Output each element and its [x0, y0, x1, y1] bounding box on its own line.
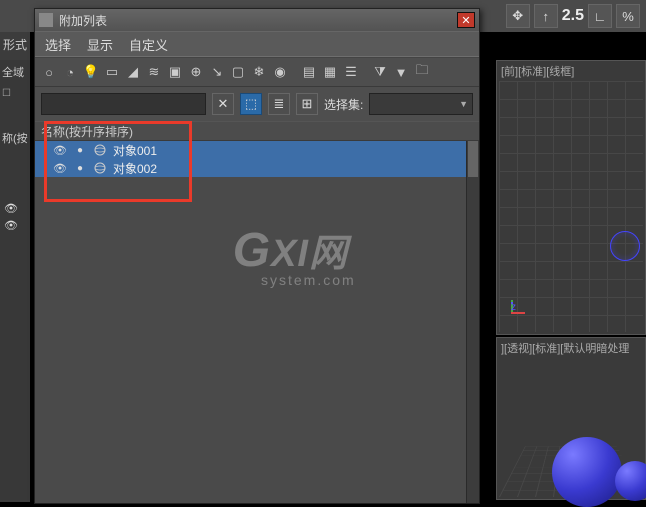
list-item[interactable]: 👁 ● 对象001 — [35, 141, 479, 159]
sphere-object-icon — [93, 161, 107, 175]
list-header-name[interactable]: 名称(按升序排序) — [35, 121, 479, 141]
filter-frozen-icon[interactable]: ❄ — [249, 62, 269, 82]
viewport-perspective[interactable]: ][透视][标准][默认明暗处理 — [496, 337, 646, 500]
left-tab-style[interactable]: 形式 — [0, 32, 30, 57]
list-item[interactable]: 👁 ● 对象002 — [35, 159, 479, 177]
filter-spacewarps-icon[interactable]: ≋ — [144, 62, 164, 82]
selection-set-label: 选择集: — [324, 96, 363, 113]
scrollbar-vertical[interactable] — [466, 141, 479, 503]
filter-cameras-icon[interactable]: ▭ — [102, 62, 122, 82]
scroll-thumb[interactable] — [468, 141, 478, 177]
filter-hidden-icon[interactable]: ◉ — [270, 62, 290, 82]
filter-containers-icon[interactable]: ▢ — [228, 62, 248, 82]
display-tree-icon[interactable]: ▦ — [320, 62, 340, 82]
window-icon — [39, 13, 53, 27]
sphere-object-icon — [93, 143, 107, 157]
filter-lights-icon[interactable]: 💡 — [81, 62, 101, 82]
menu-select[interactable]: 选择 — [45, 35, 71, 54]
freeze-icon[interactable]: ● — [73, 145, 87, 156]
menubar: 选择 显示 自定义 — [35, 31, 479, 57]
viewport-persp-label: ][透视][标准][默认明暗处理 — [497, 338, 645, 358]
folder-icon[interactable]: 🗀 — [412, 62, 432, 82]
chevron-down-icon: ▼ — [459, 99, 468, 109]
display-detail-icon[interactable]: ☰ — [341, 62, 361, 82]
filter-helpers-icon[interactable]: ◢ — [123, 62, 143, 82]
window-title: 附加列表 — [59, 12, 107, 29]
layers-button[interactable]: ≣ — [268, 93, 290, 115]
attach-list-dialog: 附加列表 ✕ 选择 显示 自定义 ○ ◔ 💡 ▭ ◢ ≋ ▣ ⊕ ↘ ▢ ❄ ◉… — [34, 8, 480, 504]
axis-gizmo-icon: z — [502, 290, 526, 314]
angle-tool-icon[interactable]: ∟ — [588, 4, 612, 28]
wireframe-sphere-icon — [610, 231, 640, 261]
object-name: 对象002 — [113, 160, 157, 177]
filter-toolbar: ○ ◔ 💡 ▭ ◢ ≋ ▣ ⊕ ↘ ▢ ❄ ◉ ▤ ▦ ☰ ⧩ ▼ 🗀 — [35, 57, 479, 87]
up-arrow-icon[interactable]: ↑ — [534, 4, 558, 28]
selection-set-dropdown[interactable]: ▼ — [369, 93, 473, 115]
eye-icon: 👁 — [4, 202, 18, 215]
clear-search-button[interactable]: ✕ — [212, 93, 234, 115]
filter-groups-icon[interactable]: ▣ — [165, 62, 185, 82]
filter-geometry-icon[interactable]: ○ — [39, 62, 59, 82]
menu-custom[interactable]: 自定义 — [129, 35, 168, 54]
search-input[interactable] — [41, 93, 206, 115]
filter-xrefs-icon[interactable]: ⊕ — [186, 62, 206, 82]
viewport-select-button[interactable]: ⬚ — [240, 93, 262, 115]
object-name: 对象001 — [113, 142, 157, 159]
zoom-value: 2.5 — [562, 7, 584, 25]
titlebar[interactable]: 附加列表 ✕ — [35, 9, 479, 31]
filter-funnel2-icon[interactable]: ▼ — [391, 62, 411, 82]
filter-shapes-icon[interactable]: ◔ — [60, 62, 80, 82]
left-header-partial: 称(按 — [0, 102, 30, 148]
eye-icon: 👁 — [4, 219, 18, 232]
sphere-object-icon — [552, 437, 622, 507]
hierarchy-button[interactable]: ⊞ — [296, 93, 318, 115]
eye-icon[interactable]: 👁 — [53, 144, 67, 157]
left-display-icon: ☐ — [2, 88, 11, 99]
freeze-icon[interactable]: ● — [73, 163, 87, 174]
display-list-icon[interactable]: ▤ — [299, 62, 319, 82]
close-button[interactable]: ✕ — [457, 12, 475, 28]
search-row: ✕ ⬚ ≣ ⊞ 选择集: ▼ — [35, 87, 479, 121]
object-list: 👁 ● 对象001 👁 ● 对象002 — [35, 141, 479, 503]
menu-display[interactable]: 显示 — [87, 35, 113, 54]
left-menu-all: 全域 — [0, 60, 30, 84]
percent-tool-icon[interactable]: % — [616, 4, 640, 28]
viewport-front[interactable]: [前][标准][线框] z — [496, 60, 646, 335]
viewport-front-label: [前][标准][线框] — [497, 61, 645, 81]
filter-funnel-icon[interactable]: ⧩ — [370, 62, 390, 82]
filter-bones-icon[interactable]: ↘ — [207, 62, 227, 82]
eye-icon[interactable]: 👁 — [53, 162, 67, 175]
move-tool-icon[interactable]: ✥ — [506, 4, 530, 28]
